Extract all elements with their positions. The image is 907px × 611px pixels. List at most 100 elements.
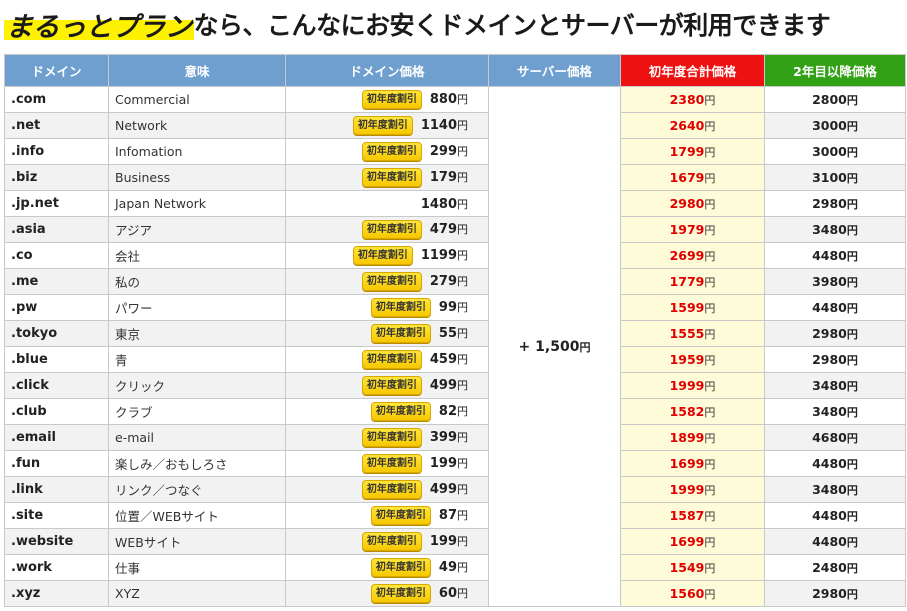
second-year-cell: 3480円 bbox=[764, 216, 906, 243]
discount-badge: 初年度割引 bbox=[361, 350, 422, 369]
yen-unit: 円 bbox=[704, 405, 716, 419]
discount-badge: 初年度割引 bbox=[361, 532, 422, 551]
table-row: .click クリック 初年度割引 499円 1999円 3480円 bbox=[4, 372, 906, 399]
table-row: .blue 青初年度割引 459円 1959円 2980円 bbox=[4, 346, 906, 373]
second-year-cell: 2980円 bbox=[764, 580, 906, 607]
yen-unit: 円 bbox=[846, 223, 858, 237]
second-year-price: 4480 bbox=[812, 247, 847, 263]
second-year-cell: 2800円 bbox=[764, 86, 906, 113]
domain-price-cell: 初年度割引 479円 bbox=[285, 216, 489, 243]
first-year-cell: 1555円 bbox=[620, 320, 765, 347]
yen-unit: 円 bbox=[457, 561, 468, 574]
domain-price: 399 bbox=[429, 430, 457, 445]
second-year-price: 2980 bbox=[812, 325, 847, 341]
yen-unit: 円 bbox=[704, 509, 716, 523]
first-year-cell: 1779円 bbox=[620, 268, 765, 295]
domain-cell: .me bbox=[4, 268, 109, 295]
domain-cell: .blue bbox=[4, 346, 109, 373]
domain-price-cell: 初年度割引 499円 bbox=[285, 372, 489, 399]
meaning-cell: Commercial bbox=[108, 86, 286, 113]
domain-price-cell: 初年度割引 299円 bbox=[285, 138, 489, 165]
col-server-price: サーバー価格 bbox=[488, 54, 621, 87]
second-year-price: 2800 bbox=[812, 91, 847, 107]
second-year-cell: 3480円 bbox=[764, 476, 906, 503]
table-row: .co 会社 初年度割引 1199円 2699円 4480円 bbox=[4, 242, 906, 269]
yen-unit: 円 bbox=[704, 249, 716, 263]
first-year-cell: 1799円 bbox=[620, 138, 765, 165]
domain-cell: .asia bbox=[4, 216, 109, 243]
yen-unit: 円 bbox=[704, 93, 716, 107]
domain-cell: .xyz bbox=[4, 580, 109, 607]
domain-price: 179 bbox=[429, 170, 457, 185]
yen-unit: 円 bbox=[457, 587, 468, 600]
first-year-cell: 1999円 bbox=[620, 372, 765, 399]
yen-unit: 円 bbox=[704, 379, 716, 393]
server-amount: 1,500 bbox=[535, 338, 580, 355]
yen-unit: 円 bbox=[846, 509, 858, 523]
first-year-price: 2380 bbox=[669, 91, 705, 107]
second-year-price: 3480 bbox=[812, 481, 847, 497]
domain-price: 1199 bbox=[420, 248, 457, 263]
yen-unit: 円 bbox=[457, 301, 468, 314]
first-year-price: 1779 bbox=[669, 273, 705, 289]
first-year-price: 2640 bbox=[669, 117, 705, 133]
first-year-price: 1799 bbox=[669, 143, 705, 159]
domain-price: 199 bbox=[429, 456, 457, 471]
table-row: .pw パワー 初年度割引 99円 1599円 4480円 bbox=[4, 294, 906, 321]
yen-unit: 円 bbox=[846, 457, 858, 471]
domain-price: 55 bbox=[438, 326, 457, 341]
yen-unit: 円 bbox=[846, 145, 858, 159]
domain-price: 82 bbox=[438, 404, 457, 419]
yen-unit: 円 bbox=[846, 587, 858, 601]
domain-cell: .info bbox=[4, 138, 109, 165]
second-year-cell: 4480円 bbox=[764, 242, 906, 269]
yen-unit: 円 bbox=[457, 275, 468, 288]
second-year-price: 4480 bbox=[812, 299, 847, 315]
domain-price-cell: 初年度割引 459円 bbox=[285, 346, 489, 373]
yen-unit: 円 bbox=[846, 353, 858, 367]
first-year-price: 1699 bbox=[669, 533, 705, 549]
col-first-year: 初年度合計価格 bbox=[620, 54, 765, 87]
second-year-cell: 2480円 bbox=[764, 554, 906, 581]
meaning-cell: 私の bbox=[108, 268, 286, 295]
second-year-cell: 2980円 bbox=[764, 190, 906, 217]
yen-unit: 円 bbox=[457, 457, 468, 470]
table-row: .fun 楽しみ／おもしろさ 初年度割引 199円 1699円 4480円 bbox=[4, 450, 906, 477]
discount-badge: 初年度割引 bbox=[370, 402, 431, 421]
domain-price-cell: 初年度割引 499円 bbox=[285, 476, 489, 503]
discount-badge: 初年度割引 bbox=[352, 246, 413, 265]
first-year-cell: 2980円 bbox=[620, 190, 765, 217]
domain-price-cell: 初年度割引 1140円 bbox=[285, 112, 489, 139]
yen-unit: 円 bbox=[846, 379, 858, 393]
first-year-cell: 1599円 bbox=[620, 294, 765, 321]
domain-price-cell: 初年度割引 99円 bbox=[285, 294, 489, 321]
headline-emphasis: まるっとプラン bbox=[4, 4, 194, 44]
first-year-cell: 1560円 bbox=[620, 580, 765, 607]
yen-unit: 円 bbox=[846, 561, 858, 575]
first-year-cell: 1979円 bbox=[620, 216, 765, 243]
domain-price: 499 bbox=[429, 378, 457, 393]
discount-badge: 初年度割引 bbox=[370, 324, 431, 343]
second-year-price: 3480 bbox=[812, 221, 847, 237]
yen-unit: 円 bbox=[704, 457, 716, 471]
discount-badge: 初年度割引 bbox=[370, 584, 431, 603]
meaning-cell: パワー bbox=[108, 294, 286, 321]
domain-cell: .net bbox=[4, 112, 109, 139]
yen-unit: 円 bbox=[704, 587, 716, 601]
second-year-cell: 4680円 bbox=[764, 424, 906, 451]
domain-cell: .website bbox=[4, 528, 109, 555]
domain-price: 279 bbox=[429, 274, 457, 289]
table-row: .xyz XYZ 初年度割引 60円 1560円 2980円 bbox=[4, 580, 906, 607]
discount-badge: 初年度割引 bbox=[361, 454, 422, 473]
table-row: .asia アジア 初年度割引 479円 1979円 3480円 bbox=[4, 216, 906, 243]
first-year-price: 1999 bbox=[669, 377, 705, 393]
meaning-cell: Infomation bbox=[108, 138, 286, 165]
domain-price-cell: 1480円 bbox=[285, 190, 489, 217]
second-year-price: 3000 bbox=[812, 117, 847, 133]
yen-unit: 円 bbox=[846, 197, 858, 211]
yen-unit: 円 bbox=[704, 145, 716, 159]
first-year-cell: 2380円 bbox=[620, 86, 765, 113]
domain-price: 99 bbox=[438, 300, 457, 315]
yen-unit: 円 bbox=[457, 535, 468, 548]
discount-badge: 初年度割引 bbox=[361, 272, 422, 291]
